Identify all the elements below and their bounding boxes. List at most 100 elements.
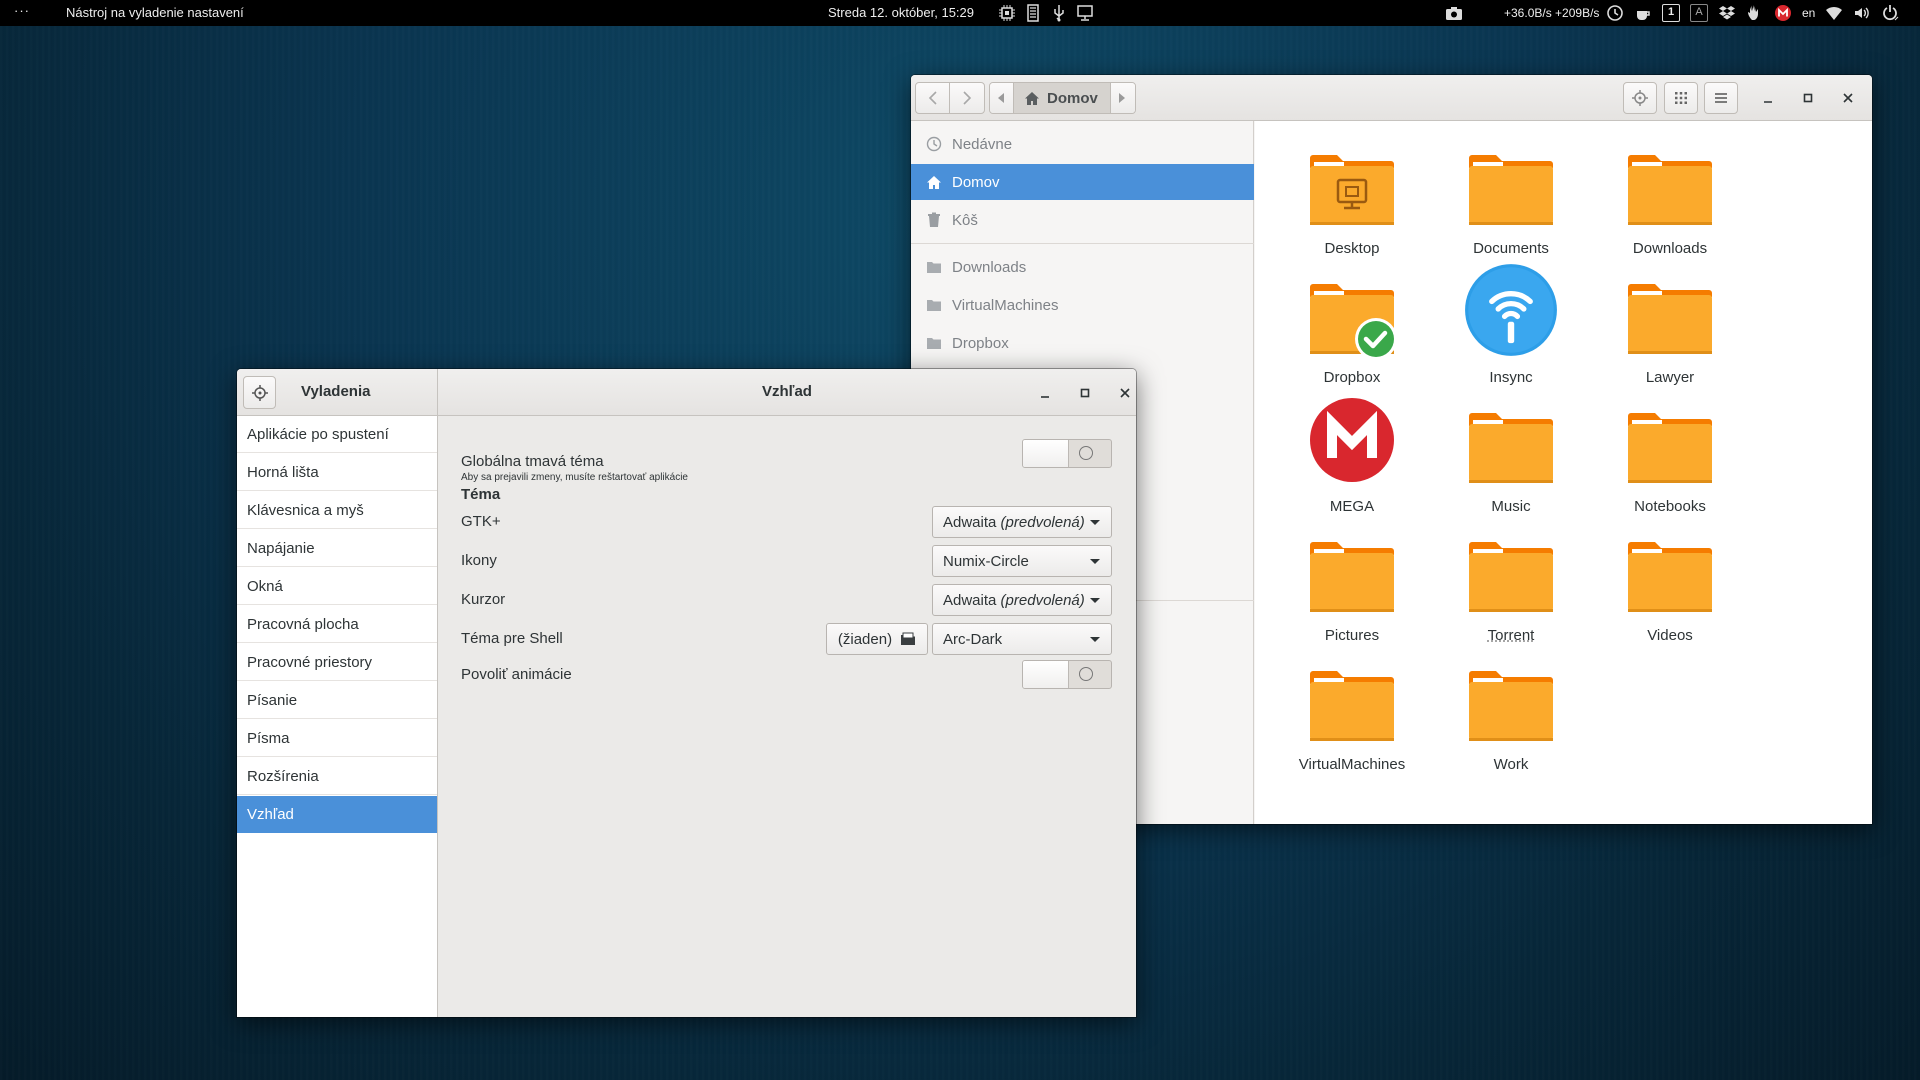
volume-icon[interactable]: [1853, 4, 1871, 22]
folder-icon: [1469, 155, 1553, 225]
file-item-label: VirtualMachines: [1298, 756, 1406, 773]
icons-theme-combo[interactable]: Numix-Circle: [932, 545, 1112, 577]
tweak-item-typing[interactable]: Písanie: [237, 682, 437, 719]
activities-button[interactable]: ···: [14, 3, 30, 18]
file-item-label: Documents: [1473, 240, 1549, 257]
folder-icon: [1310, 542, 1394, 612]
file-item-pictures[interactable]: Pictures: [1273, 533, 1431, 653]
camera-icon[interactable]: [1445, 4, 1463, 22]
hand-icon[interactable]: [1746, 4, 1764, 22]
workspace-indicator[interactable]: 1: [1662, 4, 1680, 22]
path-home-button[interactable]: Domov: [1014, 83, 1111, 113]
tweak-item-extensions[interactable]: Rozšírenia: [237, 758, 437, 795]
animations-switch[interactable]: [1022, 660, 1112, 689]
file-item-videos[interactable]: Videos: [1591, 533, 1749, 653]
back-button[interactable]: [916, 83, 951, 113]
shell-theme-label: Téma pre Shell: [461, 630, 563, 647]
switch-knob: [1023, 661, 1069, 688]
memory-icon[interactable]: [1024, 4, 1042, 22]
file-item-music[interactable]: Music: [1432, 404, 1590, 524]
clock[interactable]: Streda 12. október, 15:29: [828, 5, 974, 20]
minimize-icon: [1041, 396, 1049, 398]
home-icon: [1025, 91, 1039, 105]
file-item-desktop[interactable]: Desktop: [1273, 146, 1431, 266]
file-item-downloads[interactable]: Downloads: [1591, 146, 1749, 266]
display-icon[interactable]: [1076, 4, 1094, 22]
dropbox-icon[interactable]: [1718, 4, 1736, 22]
file-item-mega[interactable]: MEGA: [1273, 398, 1431, 524]
app-menu[interactable]: Nástroj na vyladenie nastavení: [66, 5, 244, 20]
search-button[interactable]: [243, 376, 276, 409]
input-indicator[interactable]: A: [1690, 4, 1708, 22]
maximize-button[interactable]: [1794, 84, 1822, 112]
clock-icon: [926, 136, 942, 152]
file-item-torrent[interactable]: Torrent: [1432, 533, 1590, 653]
minimize-button[interactable]: [1754, 84, 1782, 112]
cursor-theme-default-suffix: (predvolená): [1000, 591, 1085, 609]
tweak-item-keyboard-mouse[interactable]: Klávesnica a myš: [237, 492, 437, 529]
file-item-work[interactable]: Work: [1432, 662, 1590, 782]
tweak-item-appearance[interactable]: Vzhľad: [237, 796, 437, 833]
top-bar: ··· Nástroj na vyladenie nastavení Stred…: [0, 0, 1920, 26]
tweak-item-windows[interactable]: Okná: [237, 568, 437, 605]
tweak-item-top-bar[interactable]: Horná lišta: [237, 454, 437, 491]
close-icon: [1843, 93, 1853, 103]
file-item-lawyer[interactable]: Lawyer: [1591, 275, 1749, 395]
grid-icon: [1675, 92, 1687, 104]
view-grid-button[interactable]: [1664, 82, 1698, 114]
minimize-button[interactable]: [1031, 379, 1059, 407]
tweak-item-power[interactable]: Napájanie: [237, 530, 437, 567]
keyboard-layout[interactable]: en: [1802, 6, 1815, 20]
folder-icon: [1469, 671, 1553, 741]
file-item-label: Pictures: [1324, 627, 1380, 644]
menu-button[interactable]: [1704, 82, 1738, 114]
file-item-dropbox[interactable]: Dropbox: [1273, 275, 1431, 395]
nav-buttons: [915, 82, 985, 114]
file-item-notebooks[interactable]: Notebooks: [1591, 404, 1749, 524]
wifi-icon[interactable]: [1825, 4, 1843, 22]
forward-button[interactable]: [950, 83, 984, 113]
sidebar-item-recent[interactable]: Nedávne: [911, 126, 1254, 162]
cursor-theme-value: Adwaita: [943, 591, 997, 609]
tweak-item-fonts[interactable]: Písma: [237, 720, 437, 757]
file-item-label: Insync: [1489, 369, 1533, 386]
cpu-icon[interactable]: [998, 4, 1016, 22]
shell-theme-combo[interactable]: Arc-Dark: [932, 623, 1112, 655]
tweak-item-startup-apps[interactable]: Aplikácie po spustení: [237, 416, 437, 453]
path-scroll-left[interactable]: [990, 83, 1014, 113]
sidebar-item-dropbox[interactable]: Dropbox: [911, 325, 1254, 361]
maximize-icon: [1080, 388, 1090, 398]
file-item-documents[interactable]: Documents: [1432, 146, 1590, 266]
search-button[interactable]: [1623, 82, 1657, 114]
usb-icon[interactable]: [1050, 4, 1068, 22]
sidebar-item-downloads[interactable]: Downloads: [911, 249, 1254, 285]
cursor-theme-combo[interactable]: Adwaita (predvolená): [932, 584, 1112, 616]
tweak-item-workspaces[interactable]: Pracovné priestory: [237, 644, 437, 681]
center-indicators: [998, 4, 1094, 22]
shell-theme-value: Arc-Dark: [943, 630, 1003, 648]
sidebar-item-trash[interactable]: Kôš: [911, 202, 1254, 238]
trash-icon: [928, 212, 940, 227]
gtk-theme-combo[interactable]: Adwaita (predvolená): [932, 506, 1112, 538]
dropbox-folder-icon: [1310, 284, 1396, 360]
path-scroll-right[interactable]: [1110, 83, 1135, 113]
global-dark-switch[interactable]: [1022, 439, 1112, 468]
file-item-label: Music: [1491, 498, 1531, 515]
power-icon[interactable]: [1881, 4, 1899, 22]
sidebar-item-home[interactable]: Domov: [911, 164, 1254, 200]
sidebar-item-virtualmachines[interactable]: VirtualMachines: [911, 287, 1254, 323]
maximize-button[interactable]: [1071, 379, 1099, 407]
close-button[interactable]: [1834, 84, 1862, 112]
net-speed[interactable]: +36.0B/s +209B/s: [1504, 6, 1599, 20]
mega-tray-icon[interactable]: [1774, 4, 1792, 22]
global-dark-label: Globálna tmavá téma: [461, 453, 604, 470]
chevron-left-icon: [928, 91, 937, 105]
appearance-panel: Globálna tmavá téma Aby sa prejavili zme…: [438, 416, 1136, 1017]
coffee-icon[interactable]: [1634, 4, 1652, 22]
tweak-item-desktop[interactable]: Pracovná plocha: [237, 606, 437, 643]
close-button[interactable]: [1111, 379, 1136, 407]
clock-icon[interactable]: [1606, 4, 1624, 22]
shell-theme-file-button[interactable]: (žiaden): [826, 623, 928, 655]
file-item-virtualmachines[interactable]: VirtualMachines: [1273, 662, 1431, 782]
file-item-insync[interactable]: Insync: [1432, 264, 1590, 395]
